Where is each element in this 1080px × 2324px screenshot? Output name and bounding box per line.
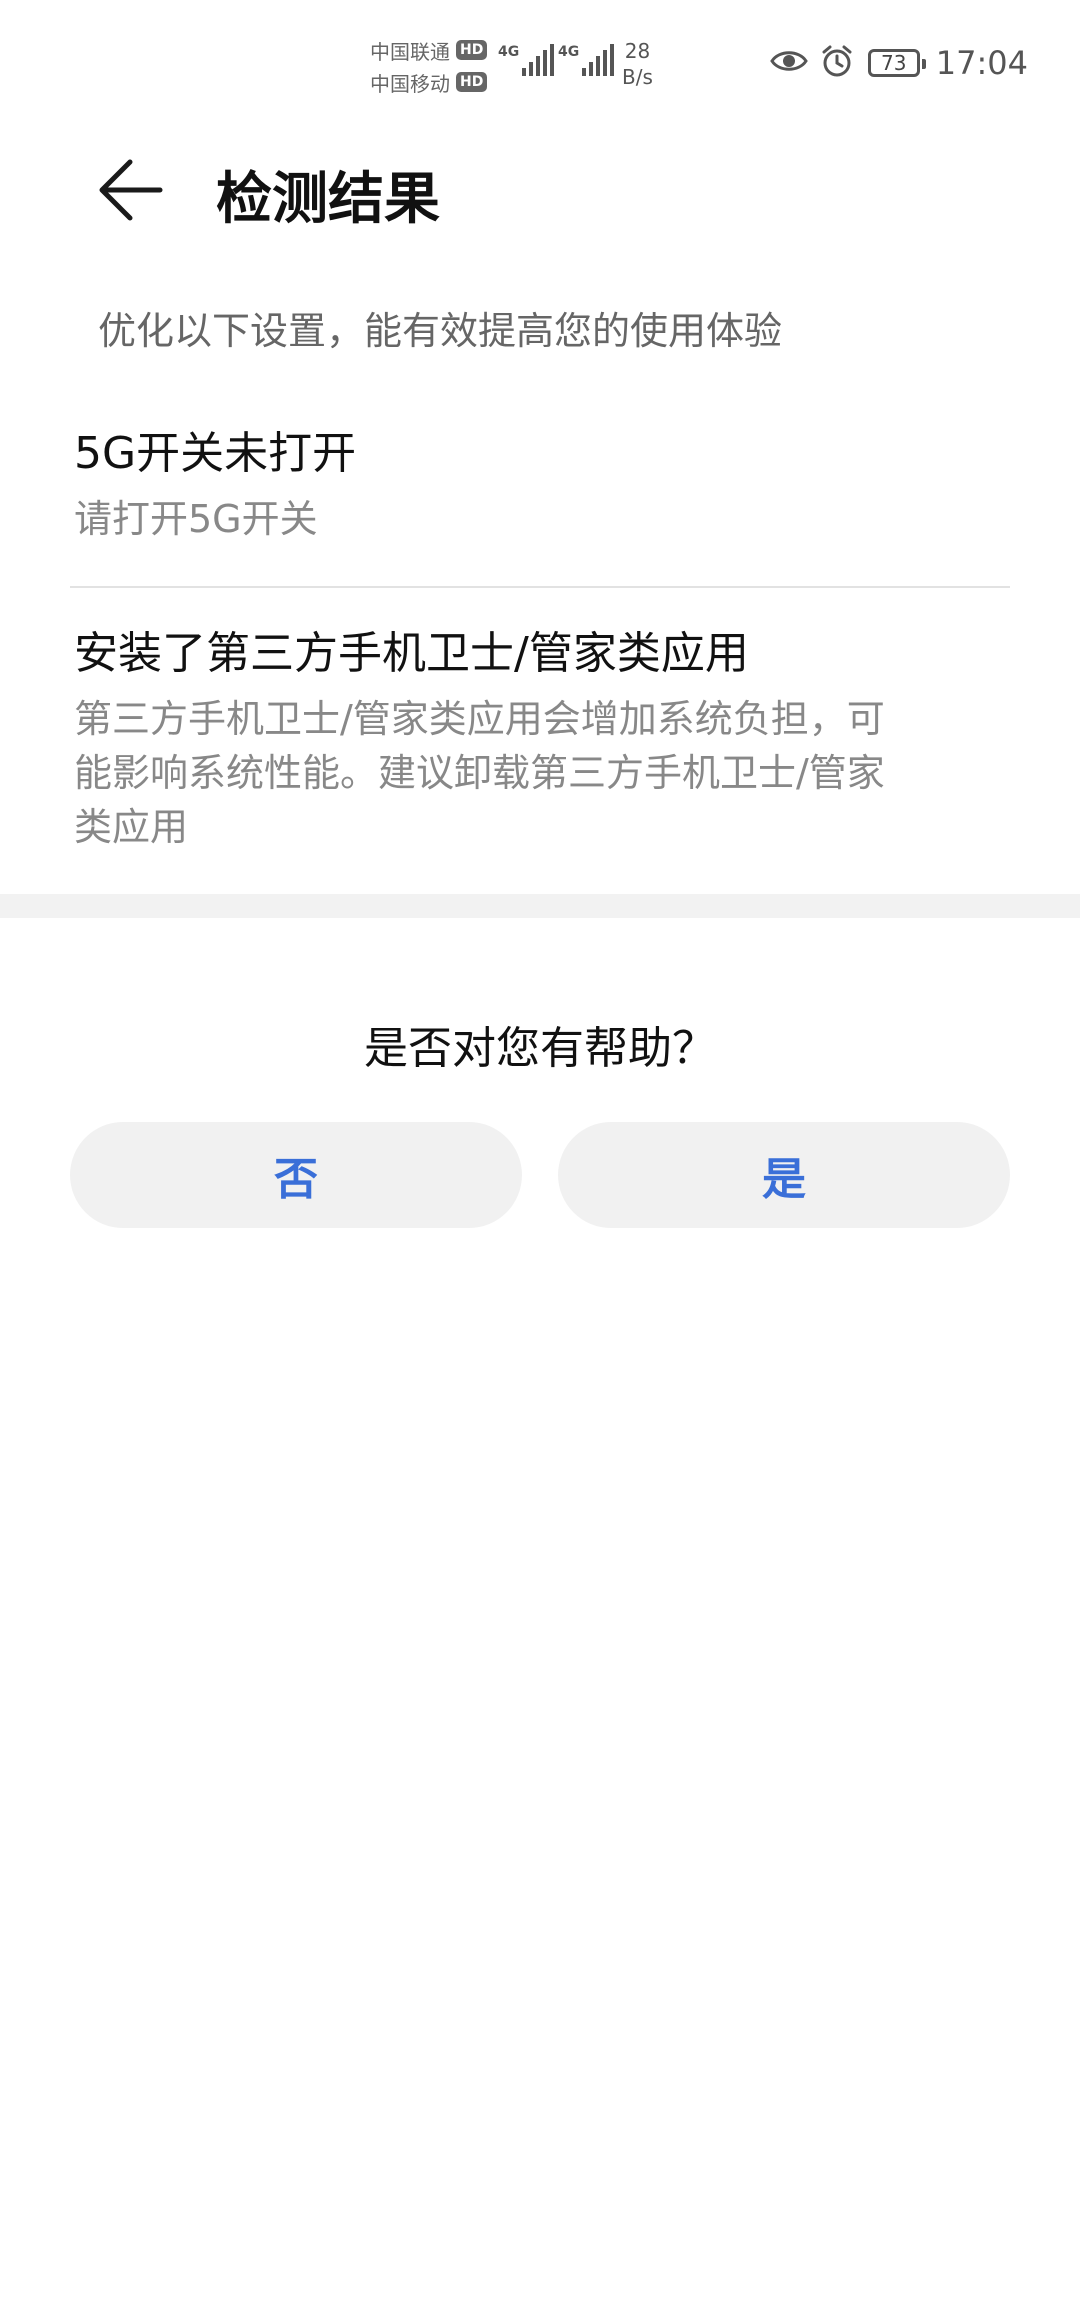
page-title: 检测结果 (216, 167, 440, 232)
desc-line: 第三方手机卫士/管家类应用会增加系统负担，可 (74, 697, 885, 741)
feedback-question: 是否对您有帮助？ (364, 1023, 716, 1074)
result-item-title: 安装了第三方手机卫士/管家类应用 (74, 628, 749, 679)
carrier-2: 中国移动 HD (370, 66, 488, 98)
result-item-third-party[interactable]: 安装了第三方手机卫士/管家类应用 第三方手机卫士/管家类应用会增加系统负担，可 … (74, 624, 1010, 854)
screen: 中国联通 HD 中国移动 HD 4G 4G 28 B/s 73 17:04 检测… (0, 0, 1080, 2324)
network-type-1: 4G (498, 44, 520, 60)
back-arrow-icon (99, 159, 163, 221)
section-subtitle: 优化以下设置，能有效提高您的使用体验 (98, 309, 783, 353)
status-bar: 中国联通 HD 中国移动 HD 4G 4G 28 B/s 73 17:04 (0, 0, 1080, 128)
signal-2: 4G (558, 44, 617, 76)
signal-1: 4G (498, 44, 557, 76)
no-button[interactable]: 否 (70, 1122, 522, 1228)
carrier-1-name: 中国联通 (370, 39, 450, 64)
battery-icon: 73 (867, 49, 926, 77)
result-item-title: 5G开关未打开 (74, 428, 357, 479)
back-button[interactable] (96, 158, 168, 222)
speed-value: 28 (624, 39, 651, 63)
desc-line: 能影响系统性能。建议卸载第三方手机卫士/管家 (74, 751, 885, 795)
status-icons: 73 17:04 (770, 44, 1028, 82)
hd-badge-1: HD (456, 40, 488, 60)
desc-line: 类应用 (74, 805, 189, 849)
clock: 17:04 (935, 44, 1028, 82)
battery-level: 73 (881, 51, 907, 75)
carrier-info: 中国联通 HD 中国移动 HD (370, 34, 488, 98)
yes-button[interactable]: 是 (558, 1122, 1010, 1228)
result-item-5g[interactable]: 5G开关未打开 请打开5G开关 (74, 424, 1010, 546)
section-separator (0, 894, 1080, 918)
result-item-desc: 请打开5G开关 (74, 497, 318, 541)
signal-bars-1-icon (522, 44, 557, 76)
app-header: 检测结果 (0, 140, 1080, 240)
network-speed: 28 B/s (622, 38, 653, 90)
carrier-1: 中国联通 HD (370, 34, 488, 66)
divider (70, 586, 1010, 588)
hd-badge-2: HD (456, 72, 488, 92)
eye-comfort-icon (770, 47, 808, 79)
carrier-2-name: 中国移动 (370, 71, 450, 96)
alarm-icon (820, 44, 854, 82)
result-item-desc: 第三方手机卫士/管家类应用会增加系统负担，可 能影响系统性能。建议卸载第三方手机… (74, 692, 1010, 854)
network-type-2: 4G (558, 44, 580, 60)
speed-unit: B/s (622, 65, 653, 89)
signal-bars-2-icon (582, 44, 617, 76)
